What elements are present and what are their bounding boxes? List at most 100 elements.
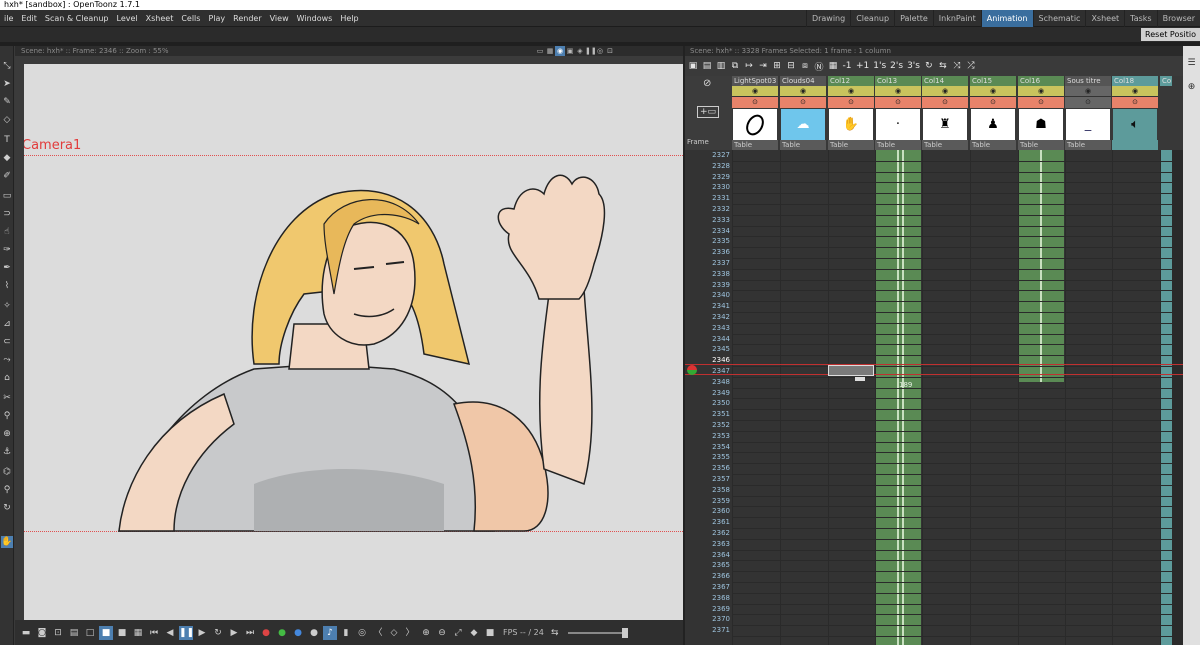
autoexpose-icon[interactable]: ⤮ (966, 61, 976, 71)
zoom-in-icon[interactable]: ⊕ (419, 626, 433, 640)
frame-number[interactable]: 2370 (685, 614, 732, 625)
frame-number[interactable]: 2355 (685, 452, 732, 463)
frame-number[interactable]: 2356 (685, 463, 732, 474)
toggle-xsheet-layout-icon[interactable]: ⊘ (703, 78, 711, 89)
camstand-visible-icon[interactable]: ⊙ (875, 97, 921, 108)
paint-brush-tool-icon[interactable]: ✐ (1, 170, 13, 182)
column-header-co[interactable]: Co (1160, 76, 1172, 150)
increase-step-button[interactable]: +1 (856, 61, 869, 71)
room-tab-schematic[interactable]: Schematic (1032, 10, 1086, 27)
preview-visible-icon[interactable]: ◉ (875, 86, 921, 97)
decrease-step-button[interactable]: -1 (842, 61, 852, 71)
camera-view-icon[interactable]: ◉ (555, 46, 565, 56)
zoom-tool-icon[interactable]: ⚲ (1, 484, 13, 496)
fill-tool-icon[interactable]: ◆ (1, 152, 13, 164)
frame-number[interactable]: 2359 (685, 496, 732, 507)
frame-number[interactable]: 2366 (685, 571, 732, 582)
white-bg-icon[interactable]: □ (83, 626, 97, 640)
column-header-col15[interactable]: Col15 ◉ ⊙ ♟ Table (970, 76, 1016, 150)
magnet-tool-icon[interactable]: ⊂ (1, 336, 13, 348)
menu-cells[interactable]: Cells (177, 10, 204, 27)
frame-number[interactable]: 2337 (685, 258, 732, 269)
tape-tool-icon[interactable]: ⊃ (1, 208, 13, 220)
frame-number[interactable]: 2333 (685, 215, 732, 226)
hook-tool-icon[interactable]: ⚓ (1, 446, 13, 458)
pump-tool-icon[interactable]: ⊿ (1, 318, 13, 330)
xsheet-cell-area[interactable]: 2327 2328 2329 2330 2331 2332 2333 2334 2335 2336… (685, 150, 1200, 645)
menu-render[interactable]: Render (229, 10, 265, 27)
frame-number[interactable]: 2360 (685, 506, 732, 517)
frame-number[interactable]: 2345 (685, 344, 732, 355)
rotate-tool-icon[interactable]: ↻ (1, 502, 13, 514)
column-header-sous-titre[interactable]: Sous titre ◉ ⊙ _ Table (1065, 76, 1111, 150)
play-icon[interactable]: ▶ (195, 626, 209, 640)
menu-xsheet[interactable]: Xsheet (142, 10, 178, 27)
column-header-clouds04[interactable]: Clouds04 ◉ ⊙ ☁ Table (780, 76, 826, 150)
column-header-col14[interactable]: Col14 ◉ ⊙ ♜ Table (922, 76, 968, 150)
frame-number[interactable]: 2358 (685, 485, 732, 496)
stop-icon[interactable]: ■ (483, 626, 497, 640)
reframe-3s-button[interactable]: 3's (907, 61, 920, 71)
checker-bg-icon[interactable]: ▦ (131, 626, 145, 640)
drawing-canvas[interactable]: Camera1 (24, 64, 683, 625)
reset-position-button[interactable]: Reset Positio (1141, 28, 1200, 41)
flip-icon[interactable]: ⤢ (451, 626, 465, 640)
alpha-channel-icon[interactable]: ● (307, 626, 321, 640)
menu-edit[interactable]: Edit (17, 10, 41, 27)
loop-icon[interactable]: ↻ (211, 626, 225, 640)
frame-number[interactable]: 2352 (685, 420, 732, 431)
selection-tool-icon[interactable]: ➤ (1, 78, 13, 90)
preview-visible-icon[interactable]: ◉ (780, 86, 826, 97)
drawing-substitution-icon[interactable]: Ⓝ (814, 60, 824, 73)
menu-play[interactable]: Play (204, 10, 229, 27)
safe-area-icon[interactable]: ▭ (535, 46, 545, 56)
histogram-icon[interactable]: ▤ (67, 626, 81, 640)
room-tab-drawing[interactable]: Drawing (805, 10, 850, 27)
eraser-tool-icon[interactable]: ▭ (1, 190, 13, 202)
xsheet-sub-icon[interactable]: ▦ (828, 61, 838, 71)
next-frame-icon[interactable]: ▶ (227, 626, 241, 640)
frame-number[interactable]: 2357 (685, 474, 732, 485)
duplicate-icon[interactable]: ⊟ (786, 61, 796, 71)
style-picker-tool-icon[interactable]: ✑ (1, 244, 13, 256)
room-tab-palette[interactable]: Palette (894, 10, 933, 27)
rgb-picker-tool-icon[interactable]: ✒ (1, 262, 13, 274)
frame-number[interactable]: 2329 (685, 172, 732, 183)
next-key-icon[interactable]: 〉 (403, 626, 417, 640)
frame-number[interactable]: 2354 (685, 442, 732, 453)
frame-number[interactable]: 2361 (685, 517, 732, 528)
black-bg-icon[interactable]: ■ (115, 626, 129, 640)
frame-number[interactable]: 2341 (685, 301, 732, 312)
random-icon[interactable]: ⤨ (952, 61, 962, 71)
preview-visible-icon[interactable]: ◉ (732, 86, 778, 97)
table-view-icon[interactable]: ▣ (565, 46, 575, 56)
frame-number[interactable]: 2334 (685, 226, 732, 237)
frame-number[interactable]: 2327 (685, 150, 732, 161)
frame-number[interactable]: 2371 (685, 625, 732, 636)
scrub-audio-icon[interactable]: ◎ (355, 626, 369, 640)
new-raster-level-icon[interactable]: ▥ (716, 61, 726, 71)
frame-zoom-icon[interactable]: ⊕ (1186, 82, 1197, 93)
camstand-visible-icon[interactable]: ⊙ (828, 97, 874, 108)
column-header-col13[interactable]: Col13 ◉ ⊙ · Table (875, 76, 921, 150)
frame-number[interactable]: 2369 (685, 604, 732, 615)
reset-view-icon[interactable]: ◆ (467, 626, 481, 640)
blue-channel-icon[interactable]: ● (291, 626, 305, 640)
zoom-out-icon[interactable]: ⊖ (435, 626, 449, 640)
reframe-icon[interactable]: ⧉ (730, 61, 740, 71)
camstand-visible-icon[interactable]: ⊙ (922, 97, 968, 108)
room-tab-tasks[interactable]: Tasks (1124, 10, 1156, 27)
room-tab-browser[interactable]: Browser (1156, 10, 1200, 27)
fps-stepper[interactable]: ⇆ (548, 626, 562, 640)
frame-number[interactable]: 2342 (685, 312, 732, 323)
preview-visible-icon[interactable]: ◉ (1018, 86, 1064, 97)
preview-visible-icon[interactable]: ◉ (1112, 86, 1158, 97)
hand-tool-icon[interactable]: ✋ (1, 536, 13, 548)
room-tab-cleanup[interactable]: Cleanup (850, 10, 894, 27)
frame-number[interactable]: 2350 (685, 398, 732, 409)
pause-icon[interactable]: ❚❚ (179, 625, 194, 640)
control-point-editor-icon[interactable]: ⌇ (1, 280, 13, 292)
camstand-visible-icon[interactable]: ⊙ (732, 97, 778, 108)
repeat-icon[interactable]: ⇥ (758, 61, 768, 71)
toggle-checkerboard-icon[interactable]: ▬ (19, 626, 33, 640)
